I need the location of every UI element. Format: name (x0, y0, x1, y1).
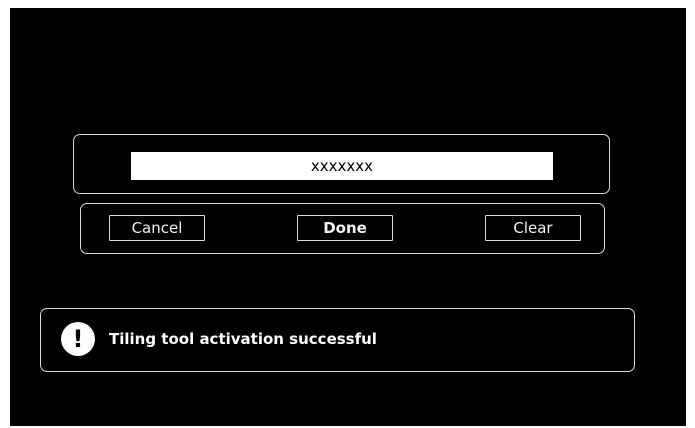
text-entry-panel (73, 134, 610, 194)
done-button[interactable]: Done (297, 215, 393, 241)
tv-screen: Cancel Done Clear ! Tiling tool activati… (10, 8, 686, 426)
cancel-button[interactable]: Cancel (109, 215, 205, 241)
notification-message: Tiling tool activation successful (109, 330, 377, 348)
exclamation-icon: ! (61, 322, 95, 356)
clear-button[interactable]: Clear (485, 215, 581, 241)
keyboard-action-bar: Cancel Done Clear (80, 203, 605, 254)
notification-banner: ! Tiling tool activation successful (40, 308, 635, 372)
text-input[interactable] (131, 152, 553, 180)
